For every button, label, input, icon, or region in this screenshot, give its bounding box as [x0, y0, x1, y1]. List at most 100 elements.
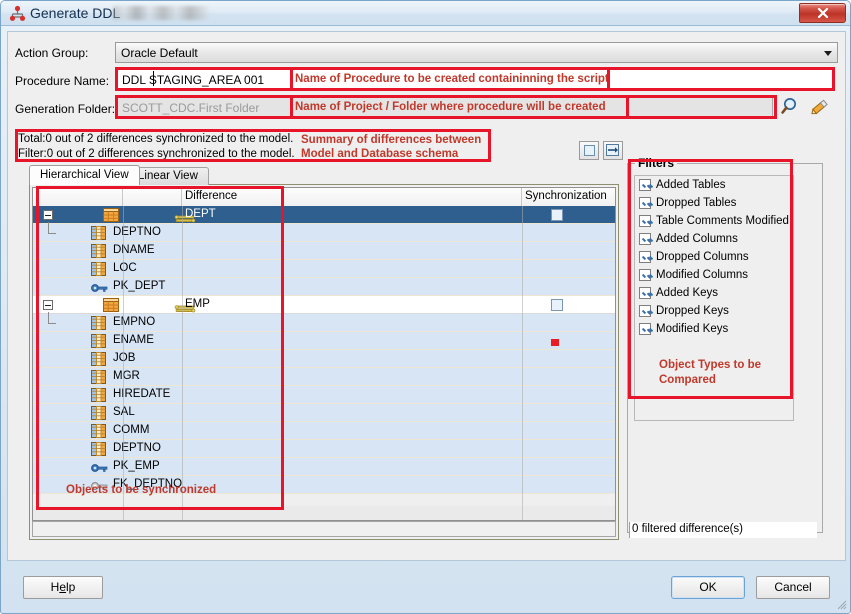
- table-row[interactable]: JOB: [33, 350, 615, 368]
- filter-label: Added Keys: [656, 287, 719, 299]
- checkbox-checked-icon[interactable]: [639, 323, 651, 335]
- table-row[interactable]: DEPT: [33, 206, 615, 224]
- table-row[interactable]: SAL: [33, 404, 615, 422]
- filter-label: Dropped Tables: [656, 197, 737, 209]
- filter-checkbox-item[interactable]: Modified Columns: [635, 266, 793, 284]
- help-button[interactable]: Help: [23, 576, 103, 599]
- window-title: Generate DDL: [30, 5, 121, 21]
- filter-checkbox-item[interactable]: Table Comments Modified: [635, 212, 793, 230]
- deselect-all-button[interactable]: [579, 141, 599, 160]
- tree-row-label: ENAME: [113, 334, 154, 346]
- tree-row-label: MGR: [113, 370, 140, 382]
- annotation-folder-note: Name of Project / Folder where procedure…: [295, 101, 606, 113]
- tree-header-row: Difference Synchronization: [33, 188, 615, 206]
- checkbox-checked-icon[interactable]: [639, 179, 651, 191]
- filter-checkbox-item[interactable]: Added Keys: [635, 284, 793, 302]
- filter-checkbox-item[interactable]: Added Columns: [635, 230, 793, 248]
- tree-column-header-synchronization[interactable]: Synchronization: [522, 188, 615, 206]
- tree-row-label: COMM: [113, 424, 150, 436]
- synchronization-checkbox[interactable]: [551, 299, 563, 311]
- tree-column-header-blank-2[interactable]: [123, 188, 182, 206]
- tree-column-header-difference[interactable]: Difference: [182, 188, 522, 206]
- empty-box-icon: [584, 145, 595, 156]
- checkbox-checked-icon[interactable]: [639, 197, 651, 209]
- expander-collapse-icon[interactable]: [43, 300, 53, 310]
- tab-hierarchical-view[interactable]: Hierarchical View: [29, 165, 140, 185]
- view-tabstrip: Hierarchical View Linear View: [29, 165, 619, 185]
- annotation-summary-note-1: Summary of differences between: [301, 134, 482, 146]
- tree-row-label: HIREDATE: [113, 388, 171, 400]
- apply-to-model-button[interactable]: [603, 141, 623, 160]
- checkbox-checked-icon[interactable]: [639, 305, 651, 317]
- generation-folder-label: Generation Folder:: [15, 102, 116, 116]
- tree-row-label: DEPTNO: [113, 226, 161, 238]
- tree-row-label: EMPNO: [113, 316, 156, 328]
- cancel-button[interactable]: Cancel: [756, 576, 830, 599]
- filter-label: Added Tables: [656, 179, 726, 191]
- column-icon: [91, 406, 106, 423]
- close-button[interactable]: [799, 3, 846, 23]
- expander-collapse-icon[interactable]: [43, 210, 53, 220]
- table-icon: [103, 208, 119, 225]
- filter-checkbox-item[interactable]: Modified Keys: [635, 320, 793, 338]
- primary-key-icon: [91, 462, 108, 477]
- ok-button[interactable]: OK: [671, 576, 745, 599]
- filter-checkbox-item[interactable]: Added Tables: [635, 176, 793, 194]
- tree-row-label: EMP: [185, 298, 210, 310]
- redacted-title-suffix: [113, 6, 209, 20]
- generation-folder-value: SCOTT_CDC.First Folder: [122, 101, 260, 115]
- column-icon: [91, 370, 106, 387]
- resize-grip[interactable]: [836, 599, 847, 610]
- text-caret: [153, 71, 154, 86]
- action-group-combobox[interactable]: Oracle Default: [115, 42, 838, 63]
- pencil-icon[interactable]: [807, 95, 833, 119]
- column-icon: [91, 316, 106, 333]
- tree-row-label: DEPTNO: [113, 442, 161, 454]
- table-row[interactable]: HIREDATE: [33, 386, 615, 404]
- synchronization-checkbox[interactable]: [551, 209, 563, 221]
- table-row[interactable]: EMP: [33, 296, 615, 314]
- annotation-procedure-note: Name of Procedure to be created containi…: [295, 73, 609, 85]
- table-row[interactable]: DNAME: [33, 242, 615, 260]
- tree-elbow-line: [48, 312, 56, 324]
- filter-label: Added Columns: [656, 233, 738, 245]
- magnifier-icon[interactable]: [779, 95, 803, 119]
- tree-row-label: PK_EMP: [113, 460, 160, 472]
- table-row[interactable]: MGR: [33, 368, 615, 386]
- generate-ddl-dialog: Generate DDL Action Group: Oracle Defaul…: [0, 0, 851, 614]
- column-icon: [91, 244, 106, 261]
- table-row[interactable]: DEPTNO: [33, 222, 615, 243]
- filter-checkbox-item[interactable]: Dropped Tables: [635, 194, 793, 212]
- column-icon: [91, 352, 106, 369]
- checkbox-checked-icon[interactable]: [639, 269, 651, 281]
- column-icon: [91, 226, 106, 243]
- table-row[interactable]: DEPTNO: [33, 440, 615, 458]
- tree-row-label: DEPT: [185, 208, 216, 220]
- table-row[interactable]: LOC: [33, 260, 615, 278]
- annotation-filters-note-2: Compared: [659, 374, 716, 386]
- table-row[interactable]: EMPNO: [33, 312, 615, 333]
- tree-column-separator: [522, 206, 523, 520]
- table-row[interactable]: PK_DEPT: [33, 278, 615, 296]
- tree-horizontal-scrollbar[interactable]: [32, 521, 616, 537]
- checkbox-checked-icon[interactable]: [639, 251, 651, 263]
- chevron-down-icon: [824, 51, 832, 56]
- table-row[interactable]: ENAME: [33, 332, 615, 350]
- checkbox-checked-icon[interactable]: [639, 233, 651, 245]
- table-row[interactable]: PK_EMP: [33, 458, 615, 476]
- checkbox-checked-icon[interactable]: [639, 215, 651, 227]
- filter-checkbox-item[interactable]: Dropped Columns: [635, 248, 793, 266]
- table-icon: [103, 298, 119, 315]
- tree-row-label: PK_DEPT: [113, 280, 166, 292]
- tree-column-header-blank-1[interactable]: [33, 188, 123, 206]
- table-row[interactable]: COMM: [33, 422, 615, 440]
- checkbox-checked-icon[interactable]: [639, 287, 651, 299]
- hierarchy-icon: [9, 5, 26, 22]
- summary-total-line: Total:0 out of 2 differences synchronize…: [18, 133, 294, 145]
- difference-tree[interactable]: Difference Synchronization DEPT DEPTNO DNA…: [32, 187, 616, 521]
- column-icon: [91, 262, 106, 279]
- column-icon: [91, 334, 106, 351]
- filter-checkbox-item[interactable]: Dropped Keys: [635, 302, 793, 320]
- tree-column-separator: [182, 206, 183, 520]
- title-bar: Generate DDL: [1, 1, 850, 26]
